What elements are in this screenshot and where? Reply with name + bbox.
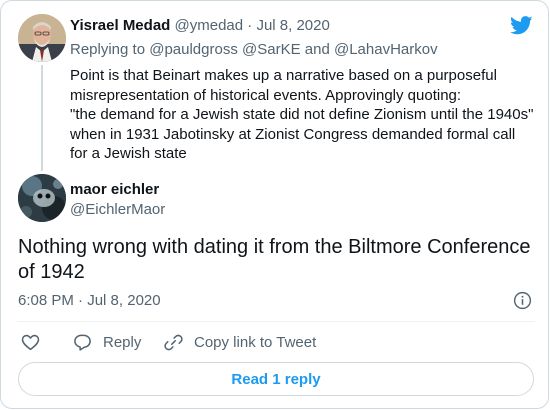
reply-button[interactable]: Reply (73, 332, 141, 352)
timestamp-separator: · (78, 292, 84, 309)
thread-connector-line (41, 65, 43, 171)
parent-tweet-header: Yisrael Medad @ymedad · Jul 8, 2020 (70, 17, 330, 35)
parent-text-line: "the demand for a Jewish state did not d… (70, 106, 534, 123)
replying-to-line: Replying to @pauldgross @SarKE and @Laha… (70, 41, 438, 59)
heart-icon (21, 334, 40, 350)
parent-text-line: for a Jewish state (70, 145, 187, 162)
tweet-card: Yisrael Medad @ymedad · Jul 8, 2020 Repl… (0, 0, 549, 409)
mention-link[interactable]: @pauldgross (149, 41, 238, 58)
info-icon[interactable] (513, 291, 532, 310)
parent-tweet-text: Point is that Beinart makes up a narrati… (70, 66, 540, 164)
divider (17, 321, 535, 322)
parent-text-line: when in 1931 Jabotinsky at Zionist Congr… (70, 125, 516, 143)
parent-handle[interactable]: @ymedad (175, 17, 244, 34)
twitter-bird-icon[interactable] (510, 16, 533, 35)
copy-link-label: Copy link to Tweet (194, 333, 317, 351)
parent-text-line: Point is that Beinart makes up a narrati… (70, 67, 497, 84)
main-text-line: of 1942 (18, 261, 85, 283)
link-icon (164, 334, 183, 350)
parent-date[interactable]: Jul 8, 2020 (256, 17, 329, 34)
tweet-time: 6:08 PM (18, 292, 74, 309)
parent-text-line: misrepresentation of historical events. … (70, 86, 462, 104)
replying-to-label: Replying to (70, 41, 146, 58)
read-replies-button[interactable]: Read 1 reply (18, 362, 534, 396)
mention-joiner: and (304, 41, 330, 58)
reply-label: Reply (103, 333, 142, 351)
main-handle[interactable]: @EichlerMaor (70, 201, 165, 219)
tweet-date: Jul 8, 2020 (87, 292, 161, 309)
main-tweet-text: Nothing wrong with dating it from the Bi… (18, 235, 538, 285)
copy-link-button[interactable]: Copy link to Tweet (164, 332, 316, 352)
main-display-name[interactable]: maor eichler (70, 181, 159, 199)
speech-bubble-icon (74, 334, 91, 351)
parent-display-name[interactable]: Yisrael Medad (70, 17, 170, 34)
parent-avatar[interactable] (18, 14, 66, 62)
mention-link[interactable]: @LahavHarkov (334, 41, 438, 58)
main-avatar[interactable] (18, 174, 66, 222)
main-text-line: Nothing wrong with dating it from the Bi… (18, 236, 531, 258)
like-button[interactable] (21, 332, 40, 352)
header-separator: · (247, 17, 253, 34)
mention-link[interactable]: @SarKE (242, 41, 301, 58)
tweet-timestamp[interactable]: 6:08 PM · Jul 8, 2020 (18, 292, 161, 310)
